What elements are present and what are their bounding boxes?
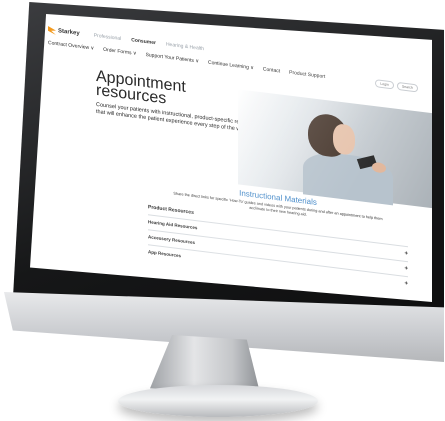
web-page: Starkey Professional Consumer Hearing & …: [48, 22, 432, 294]
brand-name: Starkey: [58, 28, 80, 37]
brand-logo[interactable]: Starkey: [48, 26, 80, 38]
imac-mockup: Starkey Professional Consumer Hearing & …: [0, 0, 445, 421]
nav-item-contact[interactable]: Contact: [263, 66, 280, 74]
photo-woman-body: [303, 149, 393, 206]
screen: Starkey Professional Consumer Hearing & …: [30, 14, 432, 302]
audience-link-hearing-health[interactable]: Hearing & Health: [166, 41, 204, 52]
accordion-label: Accessory Resources: [148, 234, 196, 246]
monitor-stand-base: [118, 385, 318, 417]
audience-link-professional[interactable]: Professional: [94, 33, 122, 42]
search-button[interactable]: Search: [396, 81, 418, 93]
plus-icon[interactable]: +: [404, 250, 408, 256]
login-button[interactable]: Login: [375, 79, 394, 90]
starkey-logo-icon: [48, 26, 56, 35]
accordion-label: Hearing Aid Resources: [148, 219, 198, 231]
nav-item-product-support[interactable]: Product Support: [289, 70, 325, 80]
photo-woman-face: [333, 122, 355, 156]
nav-item-order-forms[interactable]: Order Forms ∨: [103, 47, 136, 57]
plus-icon[interactable]: +: [404, 280, 408, 286]
audience-link-consumer[interactable]: Consumer: [131, 37, 156, 46]
plus-icon[interactable]: +: [404, 265, 408, 271]
accordion-label: App Resources: [148, 249, 182, 259]
